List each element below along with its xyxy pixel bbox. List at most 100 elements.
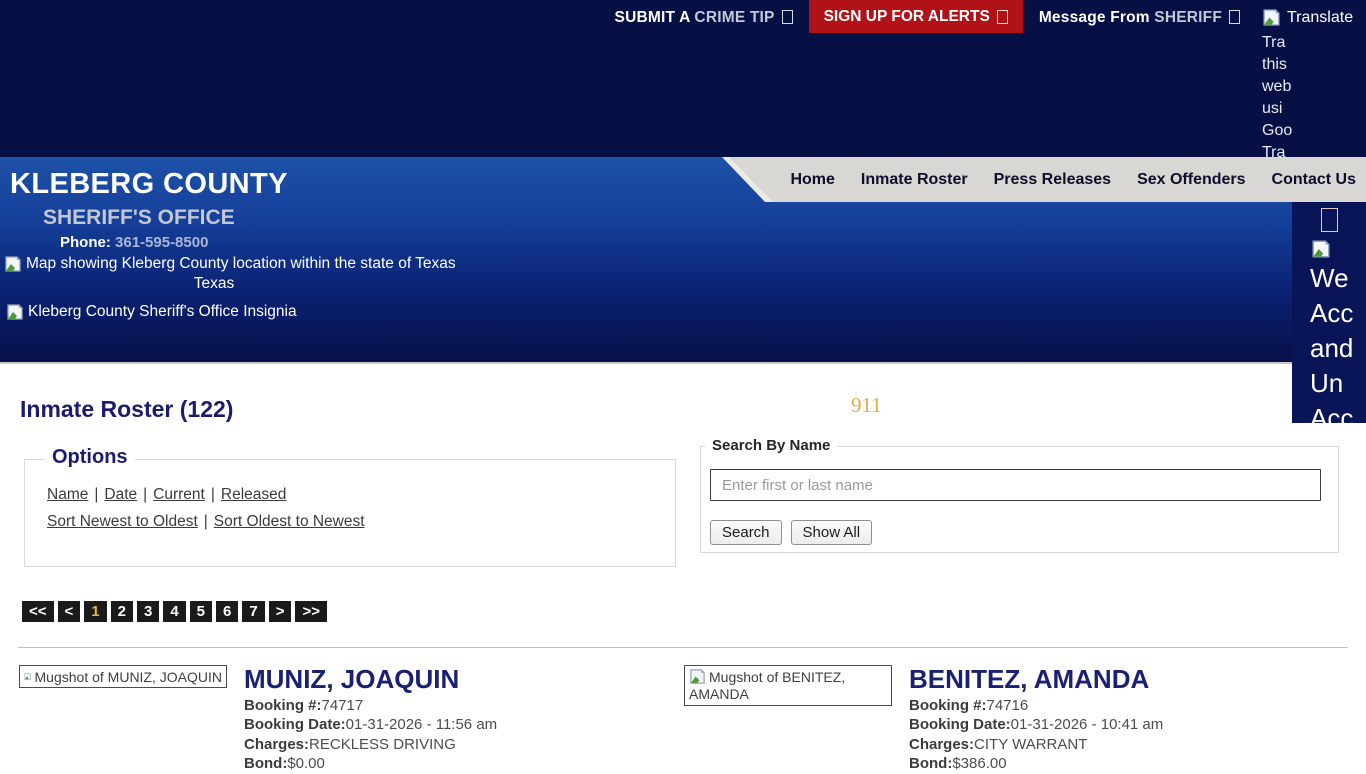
broken-image-icon: [1311, 239, 1331, 259]
broken-image-icon: [6, 303, 24, 321]
pagination-page-2[interactable]: 2: [111, 601, 133, 622]
phone-number: 361-595-8500: [115, 234, 208, 251]
booking-date-value: 01-31-2026 - 10:41 am: [1011, 716, 1164, 733]
separator: |: [143, 486, 147, 503]
top-utility-bar: SUBMIT A CRIME TIP SIGN UP FOR ALERTS Me…: [0, 0, 1366, 157]
broken-image-icon: [689, 668, 706, 685]
office-subtitle: SHERIFF'S OFFICE: [43, 206, 235, 230]
charges-value: RECKLESS DRIVING: [309, 736, 456, 753]
bond-label: Bond:: [909, 755, 952, 772]
sort-links-row: Sort Newest to Oldest | Sort Oldest to New…: [47, 513, 365, 531]
pagination-next-button[interactable]: >: [269, 601, 292, 622]
accessibility-alt-text-clipped: We Acc and Un Acc: [1292, 261, 1366, 436]
filter-links-row: Name|Date|Current|Released: [47, 486, 286, 504]
booking-date-value: 01-31-2026 - 11:56 am: [346, 716, 498, 733]
mugshot-placeholder[interactable]: Mugshot of BENITEZ, AMANDA: [684, 665, 892, 706]
booking-date-label: Booking Date:: [909, 716, 1011, 733]
bond-label: Bond:: [244, 755, 287, 772]
insignia-alt-text: Kleberg County Sheriff's Office Insignia: [28, 303, 297, 321]
options-fieldset: Options Name|Date|Current|Released Sort …: [24, 459, 676, 567]
submit-crime-tip-link[interactable]: SUBMIT A CRIME TIP: [615, 9, 793, 27]
inmate-details: MUNIZ, JOAQUIN Booking #:74717 Booking D…: [244, 665, 497, 774]
translate-label: Translate: [1287, 9, 1353, 27]
emergency-number-text: 911: [851, 393, 882, 418]
top-utility-links: SUBMIT A CRIME TIP SIGN UP FOR ALERTS Me…: [615, 0, 1366, 164]
page-title: Inmate Roster (122): [20, 396, 233, 423]
filter-link-released[interactable]: Released: [221, 486, 287, 503]
mugshot-alt-text: AMANDA: [689, 685, 887, 703]
separator: |: [94, 486, 98, 503]
search-fieldset: Search By Name Search Show All: [700, 446, 1339, 553]
pagination-page-6[interactable]: 6: [216, 601, 238, 622]
translate-alt-text-clipped: Tra this web usi Goo Tra: [1262, 32, 1366, 164]
phone-line: Phone: 361-595-8500: [60, 234, 208, 251]
bond-value: $0.00: [287, 755, 325, 772]
pagination-first-button[interactable]: <<: [22, 601, 54, 622]
broken-image-icon: [1262, 8, 1281, 27]
broken-image-icon: [24, 668, 32, 685]
mugshot-alt-text: Mugshot of BENITEZ,: [709, 669, 845, 685]
divider: [18, 647, 1348, 648]
filter-link-name[interactable]: Name: [47, 486, 88, 503]
pagination-page-1[interactable]: 1: [84, 601, 106, 622]
filter-link-current[interactable]: Current: [153, 486, 205, 503]
show-all-button[interactable]: Show All: [791, 520, 873, 545]
submit-crime-tip-strong: SUBMIT A: [615, 9, 690, 26]
accessibility-alt-line: We: [1310, 261, 1366, 296]
main-navigation: Home Inmate Roster Press Releases Sex Of…: [722, 157, 1366, 202]
message-from-sheriff-link[interactable]: Message From SHERIFF: [1039, 9, 1240, 27]
sign-up-for-alerts-button[interactable]: SIGN UP FOR ALERTS: [809, 0, 1023, 33]
charges-label: Charges:: [244, 736, 309, 753]
inmate-details: BENITEZ, AMANDA Booking #:74716 Booking …: [909, 665, 1163, 774]
pagination-prev-button[interactable]: <: [58, 601, 81, 622]
pagination-last-button[interactable]: >>: [295, 601, 327, 622]
search-input[interactable]: [710, 469, 1321, 501]
sign-up-for-alerts-label: SIGN UP FOR ALERTS: [824, 8, 990, 26]
missing-glyph-icon: [997, 10, 1008, 24]
pagination-page-3[interactable]: 3: [137, 601, 159, 622]
nav-item-contact-us[interactable]: Contact Us: [1272, 171, 1356, 189]
pagination: << < 1 2 3 4 5 6 7 > >>: [22, 601, 327, 622]
bond-value: $386.00: [952, 755, 1006, 772]
accessibility-alt-line: Acc: [1310, 296, 1366, 331]
county-map-broken-image: Map showing Kleberg County location with…: [4, 255, 456, 273]
charges-label: Charges:: [909, 736, 974, 753]
missing-glyph-icon: [1229, 10, 1240, 24]
mugshot-alt-text: Mugshot of MUNIZ, JOAQUIN: [35, 669, 222, 685]
nav-item-sex-offenders[interactable]: Sex Offenders: [1137, 171, 1245, 189]
google-translate-widget[interactable]: Translate Tra this web usi Goo Tra: [1262, 0, 1366, 164]
booking-date-label: Booking Date:: [244, 716, 346, 733]
sort-newest-to-oldest-link[interactable]: Sort Newest to Oldest: [47, 513, 198, 530]
pagination-page-5[interactable]: 5: [190, 601, 212, 622]
accessibility-alt-line: and: [1310, 331, 1366, 366]
accessibility-alt-line: Un: [1310, 366, 1366, 401]
pagination-page-7[interactable]: 7: [242, 601, 264, 622]
broken-image-icon: [4, 255, 22, 273]
accessibility-alt-line: Acc: [1310, 401, 1366, 436]
message-from-strong: Message From: [1039, 9, 1150, 26]
inmate-card: Mugshot of MUNIZ, JOAQUIN MUNIZ, JOAQUIN…: [19, 665, 497, 774]
translate-alt-line: Goo: [1262, 120, 1366, 142]
separator: |: [204, 513, 208, 530]
sort-oldest-to-newest-link[interactable]: Sort Oldest to Newest: [214, 513, 365, 530]
search-legend: Search By Name: [705, 437, 837, 454]
accessibility-widget-panel[interactable]: We Acc and Un Acc: [1292, 202, 1366, 423]
inmate-name: BENITEZ, AMANDA: [909, 665, 1163, 693]
nav-item-inmate-roster[interactable]: Inmate Roster: [861, 171, 968, 189]
county-title: KLEBERG COUNTY: [10, 168, 288, 201]
nav-item-press-releases[interactable]: Press Releases: [994, 171, 1111, 189]
charges-value: CITY WARRANT: [974, 736, 1087, 753]
pagination-page-4[interactable]: 4: [163, 601, 185, 622]
missing-glyph-icon: [1321, 208, 1338, 232]
county-map-alt-text: Map showing Kleberg County location with…: [26, 255, 456, 273]
search-button[interactable]: Search: [710, 520, 782, 545]
phone-label: Phone:: [60, 234, 111, 251]
mugshot-placeholder[interactable]: Mugshot of MUNIZ, JOAQUIN: [19, 665, 227, 688]
booking-number-value: 74717: [322, 697, 364, 714]
message-from-rest: SHERIFF: [1154, 9, 1222, 26]
missing-glyph-icon: [782, 10, 793, 24]
booking-number-value: 74716: [987, 697, 1029, 714]
filter-link-date[interactable]: Date: [104, 486, 137, 503]
nav-item-home[interactable]: Home: [790, 171, 834, 189]
translate-alt-line: usi: [1262, 98, 1366, 120]
